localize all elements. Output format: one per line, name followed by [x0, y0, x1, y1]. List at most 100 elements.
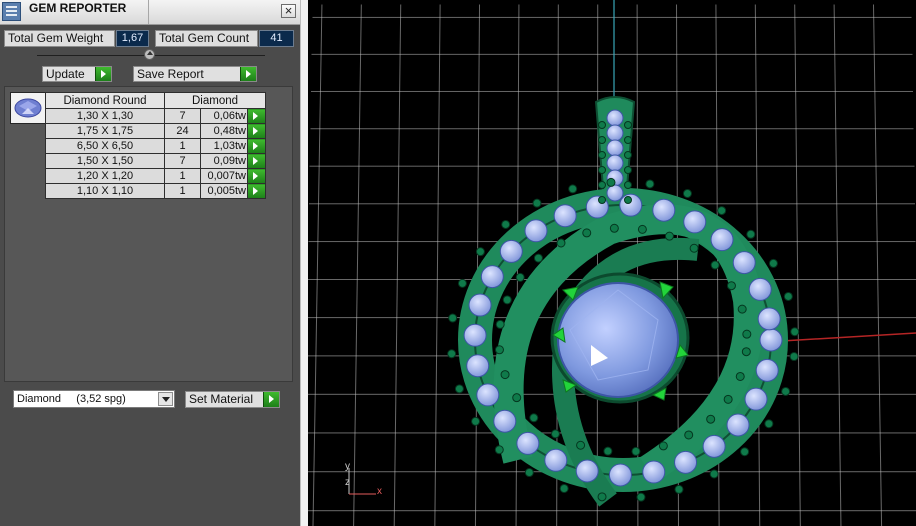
metal-bead	[568, 184, 578, 194]
select-row-button[interactable]	[247, 138, 266, 154]
metal-bead	[598, 136, 606, 144]
metal-bead	[529, 413, 539, 423]
select-row-button[interactable]	[247, 108, 266, 124]
table-row[interactable]: 6,50 X 6,50 1 1,03tw	[45, 138, 266, 154]
metal-bead	[674, 484, 684, 494]
metal-bead	[658, 441, 668, 451]
metal-bead	[582, 228, 592, 238]
3d-viewport[interactable]: y z x	[308, 0, 916, 526]
select-row-button[interactable]	[247, 153, 266, 169]
gem-weight: 0,007tw	[200, 168, 248, 184]
bail-diamond	[606, 184, 624, 202]
pave-diamond	[748, 277, 772, 301]
pave-diamond	[575, 459, 599, 483]
material-select[interactable]: Diamond (3,52 spg)	[13, 390, 175, 408]
pave-diamond	[499, 239, 523, 263]
pave-diamond	[683, 210, 707, 234]
gem-weight: 0,005tw	[200, 183, 248, 199]
metal-bead	[735, 371, 745, 381]
gem-size: 1,20 X 1,20	[45, 168, 165, 184]
title-bar: GEM REPORTER ×	[0, 0, 300, 25]
total-gem-weight-value: 1,67	[116, 30, 149, 47]
metal-bead	[598, 196, 606, 204]
slider-handle[interactable]	[144, 49, 155, 60]
metal-bead	[790, 327, 800, 337]
axis-y-label: y	[345, 461, 350, 472]
metal-bead	[524, 468, 534, 478]
table-row[interactable]: 1,50 X 1,50 7 0,09tw	[45, 153, 266, 169]
set-material-button[interactable]: Set Material	[185, 391, 280, 408]
metal-bead	[532, 198, 542, 208]
close-button[interactable]: ×	[281, 4, 296, 18]
select-row-button[interactable]	[247, 123, 266, 139]
metal-bead	[684, 430, 694, 440]
metal-bead	[710, 260, 720, 270]
metal-bead	[447, 349, 457, 359]
gem-count: 24	[164, 123, 201, 139]
metal-bead	[789, 352, 799, 362]
metal-bead	[624, 166, 632, 174]
panel-divider[interactable]	[300, 0, 308, 526]
bail-diamond	[606, 109, 624, 127]
update-button[interactable]: Update	[42, 66, 112, 82]
gem-weight: 0,06tw	[200, 108, 248, 124]
gem-count: 1	[164, 138, 201, 154]
pave-diamond	[744, 387, 768, 411]
pave-diamond	[710, 228, 734, 252]
gem-size: 6,50 X 6,50	[45, 138, 165, 154]
metal-bead	[576, 440, 586, 450]
pave-diamond	[652, 198, 676, 222]
gem-reporter-icon	[2, 2, 21, 21]
chevron-down-icon[interactable]	[158, 392, 173, 406]
axis-z-label: z	[345, 477, 350, 488]
column-header-material: Diamond	[164, 92, 266, 109]
pave-diamond	[476, 383, 500, 407]
metal-bead	[550, 429, 560, 439]
save-report-button[interactable]: Save Report	[133, 66, 257, 82]
metal-bead	[448, 313, 458, 323]
set-material-label: Set Material	[189, 392, 254, 406]
gem-table: Diamond Round Diamond 1,30 X 1,30 7 0,06tw…	[45, 92, 266, 199]
round-diamond-thumbnail[interactable]	[10, 92, 46, 124]
pave-diamond	[553, 204, 577, 228]
metal-bead	[717, 206, 727, 216]
window-title: GEM REPORTER	[29, 1, 127, 15]
metal-bead	[454, 384, 464, 394]
bail-diamond	[606, 154, 624, 172]
metal-bead	[624, 151, 632, 159]
gem-count: 7	[164, 108, 201, 124]
table-row[interactable]: 1,20 X 1,20 1 0,007tw	[45, 168, 266, 184]
pendant-model	[447, 0, 916, 507]
play-icon	[263, 392, 279, 407]
table-row[interactable]: 1,30 X 1,30 7 0,06tw	[45, 108, 266, 124]
total-gem-weight-label: Total Gem Weight	[4, 30, 115, 47]
metal-bead	[726, 281, 736, 291]
gem-weight: 0,48tw	[200, 123, 248, 139]
metal-bead	[682, 189, 692, 199]
metal-bead	[636, 492, 646, 502]
pave-diamond	[702, 434, 726, 458]
gem-size: 1,10 X 1,10	[45, 183, 165, 199]
metal-bead	[598, 151, 606, 159]
table-row[interactable]: 1,75 X 1,75 24 0,48tw	[45, 123, 266, 139]
pave-diamond	[466, 354, 490, 378]
metal-bead	[475, 247, 485, 257]
bail-diamond	[606, 139, 624, 157]
gem-count: 7	[164, 153, 201, 169]
metal-bead	[624, 196, 632, 204]
title-separator	[148, 0, 149, 24]
pave-diamond	[463, 323, 487, 347]
metal-bead	[603, 446, 613, 456]
metal-bead	[664, 231, 674, 241]
metal-bead	[512, 393, 522, 403]
metal-bead	[637, 224, 647, 234]
material-selected-value: Diamond (3,52 spg)	[17, 393, 126, 405]
gem-size: 1,50 X 1,50	[45, 153, 165, 169]
pave-diamond	[516, 431, 540, 455]
pave-diamond	[524, 219, 548, 243]
select-row-button[interactable]	[247, 168, 266, 184]
table-row[interactable]: 1,10 X 1,10 1 0,005tw	[45, 183, 266, 199]
pave-diamond	[493, 409, 517, 433]
select-row-button[interactable]	[247, 183, 266, 199]
axis-x-label: x	[377, 486, 382, 497]
